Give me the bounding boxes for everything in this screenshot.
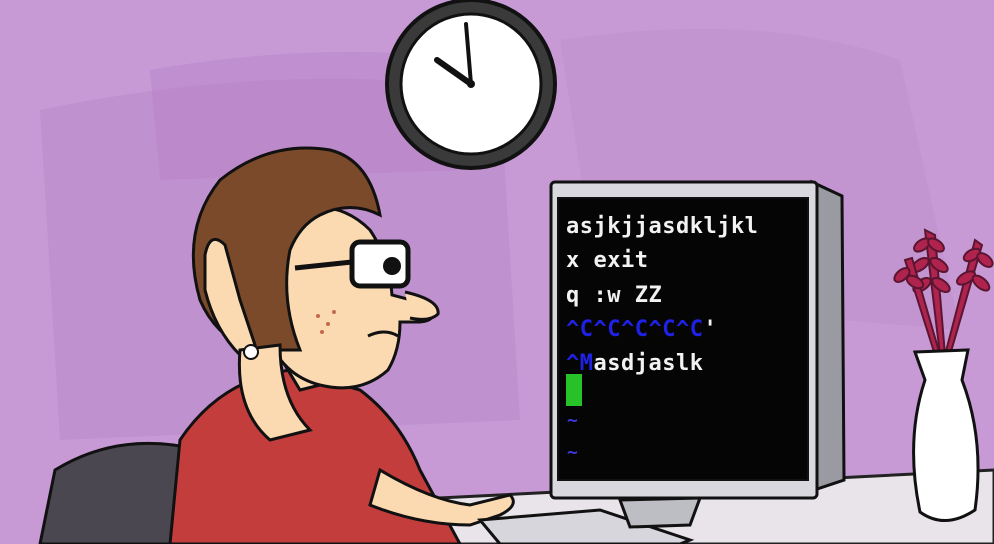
terminal-line: ^Masdjaslk [566,351,703,376]
monitor-stand [617,496,703,529]
terminal-line: asjkjjasdkljkl [566,214,759,239]
office-scene [0,0,994,544]
earring [243,344,259,360]
terminal-line: q :w ZZ [566,283,663,308]
terminal-text: asdjaslk [593,351,704,376]
terminal-line: x exit [566,248,649,273]
empty-line-tilde: ~ [567,410,578,431]
terminal-text: ' [703,317,718,342]
control-chars: ^M [566,351,594,376]
control-chars: ^C^C^C^C^C [566,317,704,342]
empty-line-tilde: ~ [567,442,578,463]
wall-clock-icon [385,0,557,170]
terminal-line: ^C^C^C^C^C' [566,317,717,342]
terminal-cursor [566,374,582,406]
